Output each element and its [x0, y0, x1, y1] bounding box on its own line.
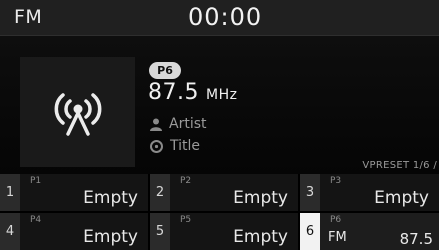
- preset-name: Empty: [83, 188, 138, 208]
- preset-label: P3: [330, 176, 342, 186]
- preset-name: Empty: [374, 188, 429, 208]
- preset-slot-4[interactable]: 4 P4 Empty: [0, 213, 148, 250]
- person-icon: [150, 118, 162, 131]
- preset-slot-3[interactable]: 3 P3 Empty: [300, 174, 439, 211]
- preset-name: 87.5: [399, 230, 433, 248]
- radio-broadcast-icon: [54, 93, 101, 136]
- preset-label: P1: [30, 176, 42, 186]
- frequency-value: 87.5: [148, 80, 199, 105]
- preset-badge: P6: [149, 62, 181, 79]
- preset-label: P4: [30, 215, 42, 225]
- preset-slot-6[interactable]: 6 P6 FM 87.5: [300, 213, 439, 250]
- preset-label: P2: [180, 176, 192, 186]
- status-bar: FM 00:00: [0, 0, 439, 36]
- preset-label: P5: [180, 215, 192, 225]
- music-disc-icon: [150, 139, 163, 153]
- preset-slot-2[interactable]: 2 P2 Empty: [150, 174, 298, 211]
- album-art: [20, 57, 135, 167]
- preset-label: P6: [330, 215, 342, 225]
- frequency-unit: MHz: [205, 87, 238, 103]
- band-label[interactable]: FM: [14, 6, 42, 28]
- title-text: Title: [170, 138, 201, 154]
- preset-number: 1: [0, 174, 20, 211]
- artist-text: Artist: [169, 116, 207, 132]
- preset-slot-5[interactable]: 5 P5 Empty: [150, 213, 298, 250]
- clock: 00:00: [188, 3, 263, 31]
- artist-row: Artist: [150, 115, 207, 133]
- preset-number: 2: [150, 174, 170, 211]
- frequency-display: 87.5 MHz: [148, 80, 237, 105]
- preset-band: FM: [328, 230, 347, 245]
- preset-slot-1[interactable]: 1 P1 Empty: [0, 174, 148, 211]
- preset-number: 4: [0, 213, 20, 250]
- preset-grid: 1 P1 Empty 2 P2 Empty 3 P3 Empty 4 P4 Em…: [0, 174, 439, 250]
- title-row: Title: [150, 137, 200, 155]
- preset-number: 5: [150, 213, 170, 250]
- preset-number: 3: [300, 174, 320, 211]
- now-playing-panel: P6 87.5 MHz Artist Title VPRESET 1/6 /: [0, 36, 439, 174]
- preset-number: 6: [300, 213, 320, 250]
- preset-page-indicator: VPRESET 1/6 /: [362, 160, 437, 171]
- preset-name: Empty: [233, 188, 288, 208]
- preset-name: Empty: [233, 227, 288, 247]
- preset-name: Empty: [83, 227, 138, 247]
